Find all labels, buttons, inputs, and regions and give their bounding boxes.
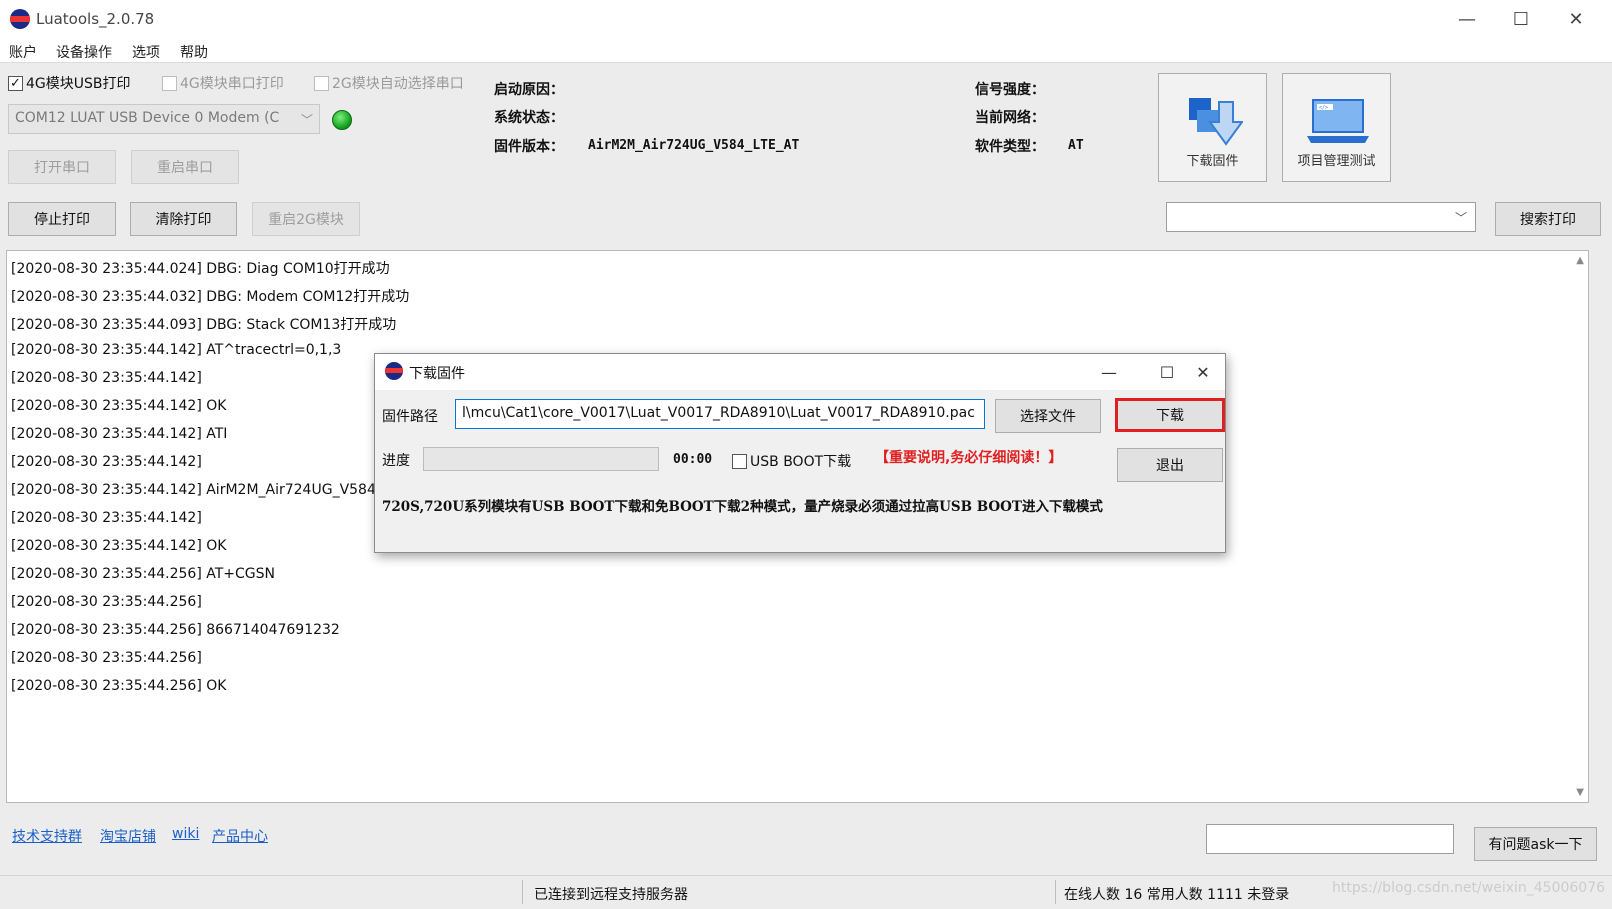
ask-button[interactable]: 有问题ask一下 — [1474, 827, 1597, 861]
log-line: [2020-08-30 23:35:44.256] — [11, 650, 202, 666]
log-line: [2020-08-30 23:35:44.256] 86671404769123… — [11, 622, 340, 638]
project-test-caption: 项目管理测试 — [1297, 154, 1376, 169]
app-logo-icon — [10, 9, 30, 29]
checkbox-checked-icon: ✓ — [8, 75, 23, 91]
checkbox-4g-serial-print[interactable]: 4G模块串口打印 — [162, 74, 284, 92]
status-divider — [1055, 880, 1056, 904]
restart-port-button[interactable]: 重启串口 — [131, 150, 239, 184]
menu-account[interactable]: 账户 — [9, 42, 37, 62]
usb-boot-checkbox[interactable]: USB BOOT下载 — [732, 452, 851, 470]
select-file-button[interactable]: 选择文件 — [995, 399, 1101, 433]
svg-text:</>: </> — [1319, 105, 1328, 111]
progress-bar — [423, 447, 659, 471]
menu-options[interactable]: 选项 — [132, 42, 160, 62]
log-line: [2020-08-30 23:35:44.032] DBG: Modem COM… — [11, 289, 410, 305]
app-logo-icon — [385, 362, 403, 380]
log-line: [2020-08-30 23:35:44.142] AirM2M_Air724U… — [11, 482, 376, 498]
software-type-value: AT — [1068, 138, 1084, 153]
stop-print-button[interactable]: 停止打印 — [8, 202, 116, 236]
checkbox-2g-auto-port[interactable]: 2G模块自动选择串口 — [314, 74, 464, 92]
menu-help[interactable]: 帮助 — [180, 42, 208, 62]
download-arrow-icon — [1189, 98, 1243, 146]
ask-input[interactable] — [1206, 824, 1454, 854]
status-led-icon — [332, 110, 352, 130]
close-button[interactable]: ✕ — [1553, 0, 1599, 39]
scroll-up-icon[interactable]: ▲ — [1576, 255, 1584, 266]
port-select[interactable]: COM12 LUAT USB Device 0 Modem (C ﹀ — [8, 104, 320, 134]
project-test-tool-button[interactable]: </> 项目管理测试 — [1282, 73, 1391, 182]
elapsed-time: 00:00 — [673, 452, 713, 467]
checkbox-label: 2G模块自动选择串口 — [332, 76, 464, 92]
download-button[interactable]: 下载 — [1115, 398, 1225, 432]
checkbox-4g-usb-print[interactable]: ✓ 4G模块USB打印 — [8, 74, 131, 92]
server-status: 已连接到远程支持服务器 — [534, 887, 688, 903]
firmware-path-input[interactable]: l\mcu\Cat1\core_V0017\Luat_V0017_RDA8910… — [455, 399, 985, 429]
chevron-down-icon: ﹀ — [300, 113, 313, 127]
checkbox-label: 4G模块USB打印 — [26, 76, 131, 92]
chevron-down-icon: ﹀ — [1454, 211, 1467, 225]
title-bar — [0, 0, 1612, 39]
link-product-center[interactable]: 产品中心 — [212, 826, 268, 846]
exit-button[interactable]: 退出 — [1117, 448, 1223, 482]
log-line: [2020-08-30 23:35:44.142] AT^tracectrl=0… — [11, 342, 342, 358]
log-line: [2020-08-30 23:35:44.142] OK — [11, 538, 227, 554]
menu-device[interactable]: 设备操作 — [56, 42, 112, 62]
log-line: [2020-08-30 23:35:44.142] — [11, 370, 202, 386]
signal-strength-label: 信号强度： — [975, 82, 1045, 98]
software-type-label: 软件类型： — [975, 139, 1045, 155]
link-tech-support[interactable]: 技术支持群 — [12, 826, 82, 846]
open-port-button[interactable]: 打开串口 — [8, 150, 116, 184]
dialog-title: 下载固件 — [409, 366, 465, 382]
log-line: [2020-08-30 23:35:44.256] OK — [11, 678, 227, 694]
maximize-button[interactable]: ☐ — [1498, 0, 1544, 39]
download-firmware-tool-button[interactable]: 下载固件 — [1158, 73, 1267, 182]
status-divider — [522, 880, 523, 904]
firmware-path-label: 固件路径 — [382, 409, 438, 425]
port-select-value: COM12 LUAT USB Device 0 Modem (C — [15, 110, 280, 126]
current-network-label: 当前网络： — [975, 110, 1045, 126]
system-status-label: 系统状态： — [494, 110, 564, 126]
scroll-down-icon[interactable]: ▼ — [1576, 787, 1584, 798]
window-title: Luatools_2.0.78 — [36, 10, 155, 28]
link-wiki[interactable]: wiki — [172, 826, 199, 842]
checkbox-label: USB BOOT下载 — [750, 454, 852, 470]
user-count-status: 在线人数 16 常用人数 1111 未登录 — [1064, 887, 1290, 903]
restart-2g-button[interactable]: 重启2G模块 — [252, 202, 360, 236]
download-mode-note: 720S,720U系列模块有USB BOOT下载和免BOOT下载2种模式，量产烧… — [382, 499, 1103, 515]
laptop-code-icon: </> — [1307, 99, 1369, 143]
menu-bar — [0, 39, 1612, 63]
download-firmware-dialog: 下载固件 — ☐ ✕ 固件路径 l\mcu\Cat1\core_V0017\Lu… — [374, 353, 1226, 553]
firmware-version-label: 固件版本： — [494, 139, 564, 155]
boot-reason-label: 启动原因： — [494, 82, 564, 98]
log-line: [2020-08-30 23:35:44.093] DBG: Stack COM… — [11, 317, 397, 333]
clear-print-button[interactable]: 清除打印 — [130, 202, 237, 236]
log-line: [2020-08-30 23:35:44.142] OK — [11, 398, 227, 414]
progress-label: 进度 — [382, 453, 410, 469]
checkbox-empty-icon — [732, 453, 747, 469]
checkbox-empty-icon — [314, 75, 329, 91]
watermark: https://blog.csdn.net/weixin_45006076 — [1332, 880, 1606, 896]
download-firmware-caption: 下载固件 — [1186, 154, 1239, 169]
checkbox-label: 4G模块串口打印 — [180, 76, 284, 92]
search-combo[interactable]: ﹀ — [1166, 202, 1476, 232]
firmware-version-value: AirM2M_Air724UG_V584_LTE_AT — [588, 138, 800, 153]
dialog-minimize-button[interactable]: — — [1087, 354, 1131, 390]
minimize-button[interactable]: — — [1444, 0, 1490, 39]
log-line: [2020-08-30 23:35:44.142] — [11, 454, 202, 470]
dialog-close-button[interactable]: ✕ — [1181, 354, 1225, 390]
search-print-button[interactable]: 搜索打印 — [1495, 202, 1601, 236]
log-line: [2020-08-30 23:35:44.024] DBG: Diag COM1… — [11, 261, 390, 277]
checkbox-empty-icon — [162, 75, 177, 91]
log-line: [2020-08-30 23:35:44.256] — [11, 594, 202, 610]
log-line: [2020-08-30 23:35:44.256] AT+CGSN — [11, 566, 275, 582]
log-line: [2020-08-30 23:35:44.142] ATI — [11, 426, 228, 442]
log-line: [2020-08-30 23:35:44.142] — [11, 510, 202, 526]
important-notice-link[interactable]: 【重要说明,务必仔细阅读！】 — [875, 447, 1062, 467]
link-taobao-store[interactable]: 淘宝店铺 — [100, 826, 156, 846]
